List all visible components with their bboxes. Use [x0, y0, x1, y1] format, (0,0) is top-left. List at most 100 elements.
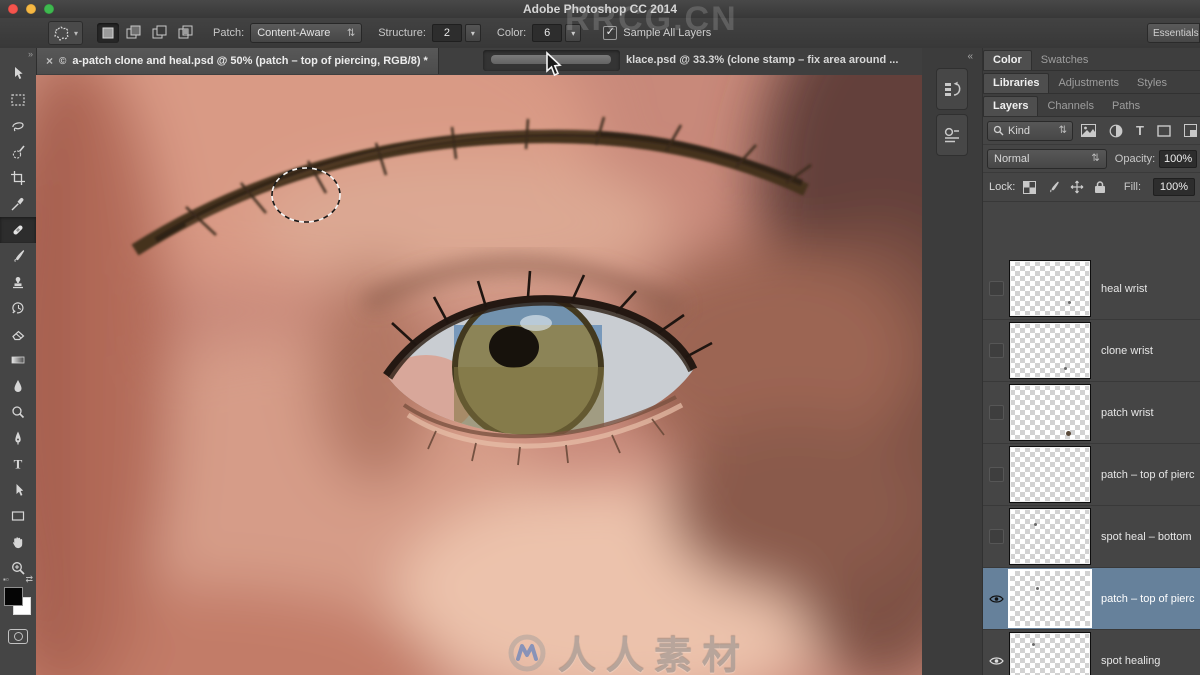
move-tool[interactable] [0, 61, 36, 87]
clone-stamp-tool[interactable] [0, 269, 36, 295]
layer-thumbnail[interactable] [1009, 384, 1091, 441]
tab-drag-slot[interactable] [483, 50, 620, 71]
sample-all-layers-option[interactable]: ✓ Sample All Layers [603, 26, 711, 40]
dodge-tool[interactable] [0, 399, 36, 425]
filter-shape-layers-icon[interactable] [1157, 124, 1171, 137]
layer-thumbnail[interactable] [1009, 322, 1091, 379]
rectangular-marquee-tool[interactable] [0, 87, 36, 113]
foreground-color-swatch[interactable] [4, 587, 23, 606]
crop-tool[interactable] [0, 165, 36, 191]
structure-input[interactable]: 2 [431, 24, 462, 42]
visibility-toggle[interactable] [983, 529, 1009, 544]
layer-name[interactable]: clone wrist [1101, 345, 1153, 357]
layer-name[interactable]: patch – top of pierc [1101, 593, 1195, 605]
filter-adjustment-layers-icon[interactable] [1109, 124, 1123, 138]
add-to-selection-button[interactable] [123, 23, 145, 43]
photo-eye-closeup [36, 75, 922, 675]
layer-row-patch-top-selected[interactable]: patch – top of pierc [983, 568, 1200, 630]
tab-libraries[interactable]: Libraries [983, 73, 1050, 93]
layer-row-spot-healing[interactable]: spot healing [983, 630, 1200, 675]
rectangle-shape-tool[interactable] [0, 503, 36, 529]
filter-smart-objects-icon[interactable] [1184, 124, 1197, 137]
pen-tool[interactable] [0, 425, 36, 451]
search-icon [993, 125, 1004, 136]
layer-thumbnail[interactable] [1009, 508, 1091, 565]
blur-tool[interactable] [0, 373, 36, 399]
default-colors-icon[interactable]: ▪▫ [3, 575, 9, 584]
patch-tool-icon [54, 26, 69, 41]
quick-selection-tool[interactable] [0, 139, 36, 165]
intersect-selection-button[interactable] [175, 23, 197, 43]
blend-mode-select[interactable]: Normal ⇅ [987, 148, 1107, 169]
patch-mode-select[interactable]: Content-Aware ⇅ [250, 23, 363, 43]
path-selection-tool[interactable] [0, 477, 36, 503]
structure-dropdown-button[interactable]: ▾ [464, 24, 481, 42]
document-canvas[interactable]: 人人素材 [36, 75, 922, 675]
spot-healing-brush-tool[interactable] [0, 217, 36, 243]
layer-name[interactable]: spot healing [1101, 655, 1160, 667]
layer-thumbnail[interactable] [1009, 446, 1091, 503]
filter-type-layers-icon[interactable]: T [1136, 123, 1144, 138]
fill-input[interactable]: 100% [1153, 178, 1195, 196]
brush-tool[interactable] [0, 243, 36, 269]
layer-row-patch-wrist[interactable]: patch wrist [983, 382, 1200, 444]
tools-collapse-chevron[interactable]: » [0, 48, 36, 61]
options-bar: ▾ Patch: Content-Aware ⇅ Structure: 2 ▾ … [0, 18, 1200, 49]
layer-thumbnail[interactable] [1008, 569, 1092, 628]
visibility-toggle[interactable] [983, 594, 1009, 604]
workspace-switcher-button[interactable]: Essentials [1147, 23, 1200, 43]
eye-hidden-icon [988, 343, 1004, 358]
layer-name[interactable]: heal wrist [1101, 283, 1147, 295]
lock-transparency-icon[interactable] [1023, 180, 1037, 194]
visibility-toggle[interactable] [983, 343, 1009, 358]
layer-filter-row: Kind ⇅ T [983, 117, 1200, 145]
layer-thumbnail[interactable] [1009, 260, 1091, 317]
tab-swatches[interactable]: Swatches [1032, 51, 1098, 70]
lasso-tool[interactable] [0, 113, 36, 139]
visibility-toggle[interactable] [983, 405, 1009, 420]
gradient-tool[interactable] [0, 347, 36, 373]
lock-all-icon[interactable] [1094, 180, 1106, 194]
layer-row-clone-wrist[interactable]: clone wrist [983, 320, 1200, 382]
history-panel-button[interactable] [936, 68, 968, 110]
visibility-toggle[interactable] [983, 656, 1009, 666]
document-tab-active[interactable]: × © a-patch clone and heal.psd @ 50% (pa… [36, 48, 439, 74]
document-tab-inactive[interactable]: klace.psd @ 33.3% (clone stamp – fix are… [626, 54, 898, 66]
tab-adjustments[interactable]: Adjustments [1049, 74, 1128, 93]
properties-panel-button[interactable] [936, 114, 968, 156]
sample-all-layers-checkbox[interactable]: ✓ [603, 26, 618, 40]
opacity-input[interactable]: 100% [1159, 149, 1197, 168]
quick-mask-button[interactable] [8, 629, 28, 644]
layer-thumbnail[interactable] [1009, 632, 1091, 675]
tab-color[interactable]: Color [983, 50, 1032, 70]
layer-row-patch-top[interactable]: patch – top of pierc [983, 444, 1200, 506]
eyedropper-tool[interactable] [0, 191, 36, 217]
kind-filter-select[interactable]: Kind ⇅ [987, 120, 1074, 141]
new-selection-button[interactable] [97, 23, 120, 43]
subtract-from-selection-button[interactable] [149, 23, 171, 43]
filter-pixel-layers-icon[interactable] [1081, 124, 1097, 137]
layer-name[interactable]: patch – top of pierc [1101, 469, 1195, 481]
tab-layers[interactable]: Layers [983, 96, 1039, 116]
swap-colors-icon[interactable]: ⇄ [25, 574, 33, 585]
tab-styles[interactable]: Styles [1128, 74, 1176, 93]
visibility-toggle[interactable] [983, 281, 1009, 296]
layer-row-spot-heal-bottom[interactable]: spot heal – bottom [983, 506, 1200, 568]
eraser-tool[interactable] [0, 321, 36, 347]
color-dropdown-button[interactable]: ▾ [565, 24, 582, 42]
tab-close-icon[interactable]: × [46, 54, 53, 68]
hand-tool[interactable] [0, 529, 36, 555]
lock-pixels-icon[interactable] [1046, 180, 1060, 194]
dock-collapse-chevron[interactable]: « [922, 48, 982, 64]
layer-name[interactable]: spot heal – bottom [1101, 531, 1192, 543]
layer-name[interactable]: patch wrist [1101, 407, 1154, 419]
lock-position-icon[interactable] [1070, 180, 1084, 194]
visibility-toggle[interactable] [983, 467, 1009, 482]
tool-preset-button[interactable]: ▾ [48, 21, 84, 45]
tab-paths[interactable]: Paths [1103, 97, 1149, 116]
history-brush-tool[interactable] [0, 295, 36, 321]
layer-row-heal-wrist[interactable]: heal wrist [983, 258, 1200, 320]
tab-channels[interactable]: Channels [1038, 97, 1102, 116]
type-tool[interactable]: T [0, 451, 36, 477]
color-input[interactable]: 6 [532, 24, 563, 42]
